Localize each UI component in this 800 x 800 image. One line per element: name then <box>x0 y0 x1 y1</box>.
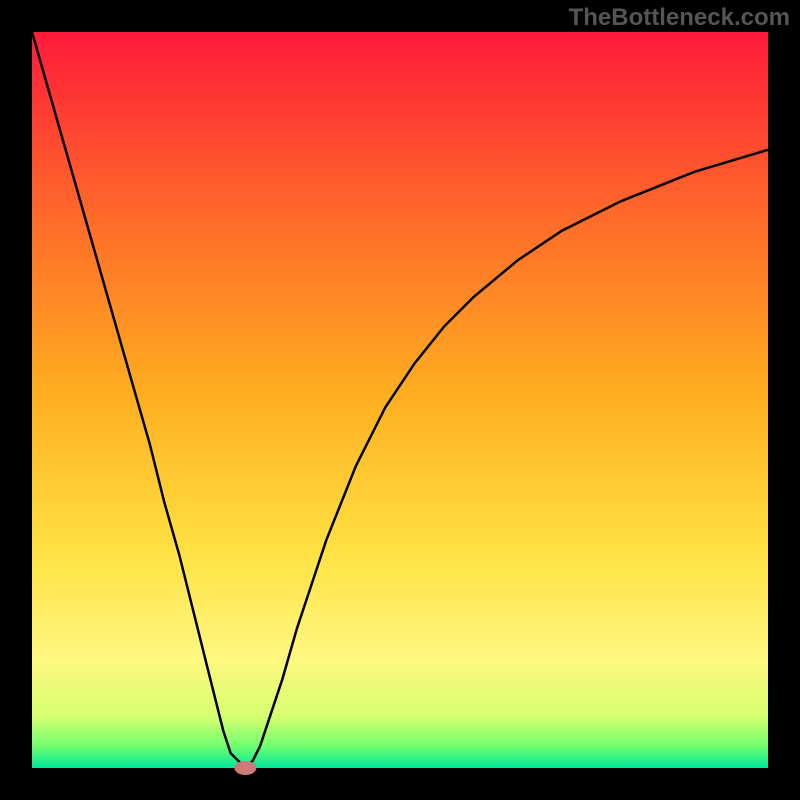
minimum-marker <box>234 761 256 775</box>
bottleneck-chart <box>0 0 800 800</box>
watermark-text: TheBottleneck.com <box>569 4 790 32</box>
chart-container: TheBottleneck.com <box>0 0 800 800</box>
plot-area <box>32 32 768 768</box>
